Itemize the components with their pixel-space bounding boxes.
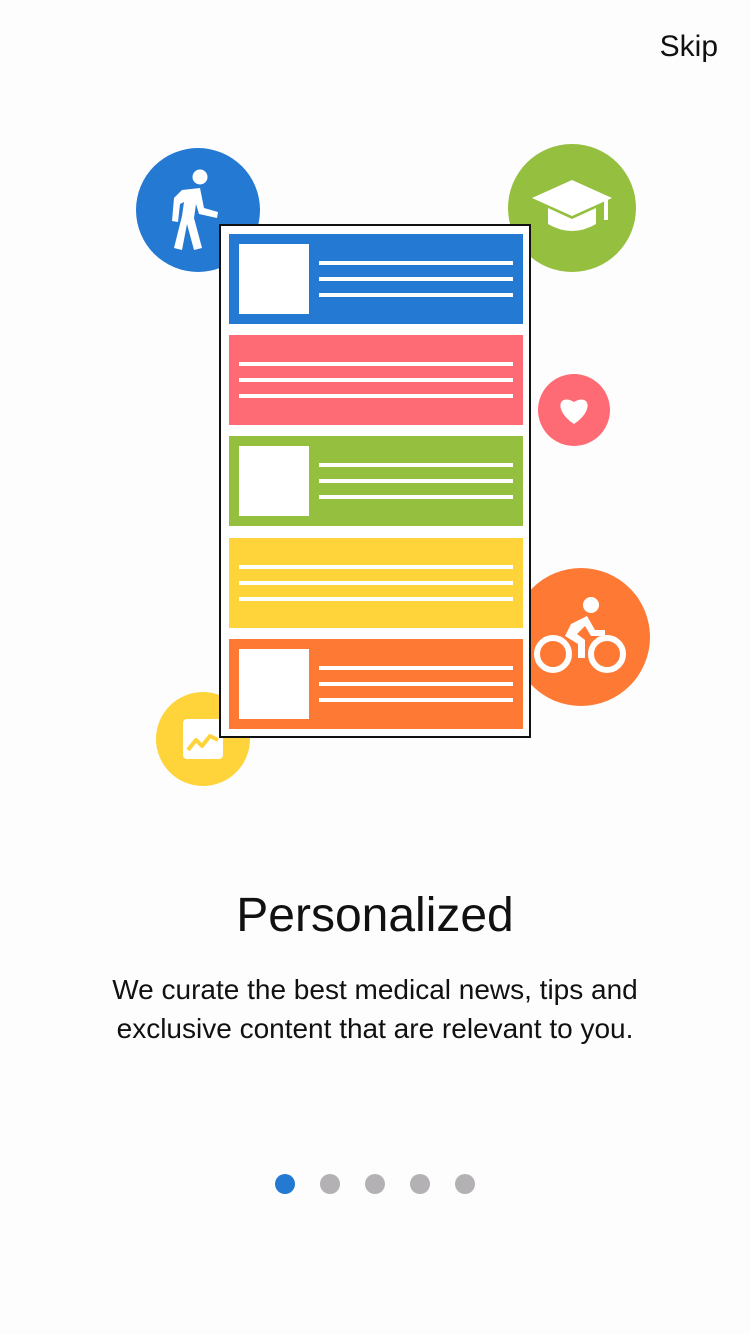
page-dot[interactable]	[320, 1174, 340, 1194]
news-card	[229, 639, 523, 729]
description-line: We curate the best medical news, tips an…	[112, 974, 638, 1005]
page-dot[interactable]	[455, 1174, 475, 1194]
bicycle-icon	[512, 568, 650, 706]
page-title: Personalized	[236, 889, 514, 942]
news-card	[229, 234, 523, 324]
news-card	[229, 436, 523, 526]
skip-button[interactable]: Skip	[660, 30, 718, 64]
news-card	[229, 335, 523, 425]
page-dot[interactable]	[275, 1174, 295, 1194]
page-indicator	[0, 1174, 750, 1194]
card-thumbnail	[239, 649, 309, 719]
page-dot[interactable]	[365, 1174, 385, 1194]
page-description: We curate the best medical news, tips an…	[60, 970, 690, 1048]
news-card	[229, 538, 523, 628]
card-thumbnail	[239, 446, 309, 516]
description-line: exclusive content that are relevant to y…	[116, 1013, 634, 1044]
heart-icon	[538, 374, 610, 446]
card-thumbnail	[239, 244, 309, 314]
phone-mockup	[219, 224, 531, 738]
page-dot[interactable]	[410, 1174, 430, 1194]
